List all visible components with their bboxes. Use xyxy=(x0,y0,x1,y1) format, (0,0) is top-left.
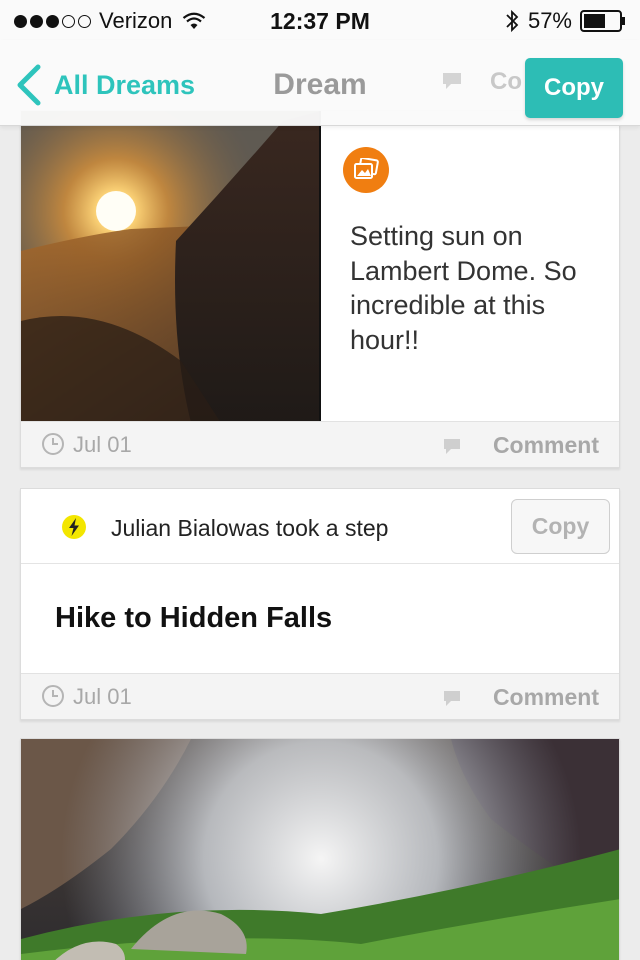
comment-icon[interactable] xyxy=(443,438,461,456)
clock-icon xyxy=(42,685,64,707)
navigation-bar: All Dreams Dream Co Copy xyxy=(0,40,640,126)
card-footer: Jul 01 Comment xyxy=(21,673,619,719)
sunset-photo[interactable] xyxy=(21,111,321,423)
comment-button[interactable]: Comment xyxy=(493,684,599,711)
lightning-bolt-icon xyxy=(62,515,86,539)
step-post-card: Julian Bialowas took a step Copy Hike to… xyxy=(20,488,620,720)
photo-post-card: Setting sun on Lambert Dome. So incredib… xyxy=(20,110,620,468)
photo-divider xyxy=(319,111,321,423)
status-bar: Verizon 12:37 PM 57% xyxy=(0,0,640,40)
copy-step-button[interactable]: Copy xyxy=(511,499,610,554)
clock-icon xyxy=(42,433,64,455)
obscured-comment-label: Co xyxy=(490,68,522,95)
comment-icon xyxy=(443,73,461,89)
post-date: Jul 01 xyxy=(73,432,132,457)
copy-button[interactable]: Copy xyxy=(525,58,623,118)
waterfall-photo[interactable] xyxy=(21,739,619,960)
photo-caption: Setting sun on Lambert Dome. So incredib… xyxy=(350,221,577,355)
waterfall-photo-art xyxy=(21,739,619,960)
comment-button[interactable]: Comment xyxy=(493,432,599,459)
step-actor-text: Julian Bialowas took a step xyxy=(111,515,389,541)
status-right: 57% xyxy=(504,8,626,34)
photos-icon xyxy=(354,158,379,179)
post-date: Jul 01 xyxy=(73,684,132,709)
card-footer: Jul 01 Comment xyxy=(21,421,619,467)
battery-percentage: 57% xyxy=(527,8,572,33)
photo-post-icon xyxy=(343,147,389,193)
waterfall-photo-card xyxy=(20,738,620,960)
step-title[interactable]: Hike to Hidden Falls xyxy=(55,602,332,635)
comment-icon[interactable] xyxy=(443,690,461,708)
sunset-photo-art xyxy=(21,111,321,423)
step-header: Julian Bialowas took a step Copy xyxy=(21,489,619,564)
battery-icon xyxy=(580,10,625,32)
bluetooth-icon xyxy=(506,9,519,33)
